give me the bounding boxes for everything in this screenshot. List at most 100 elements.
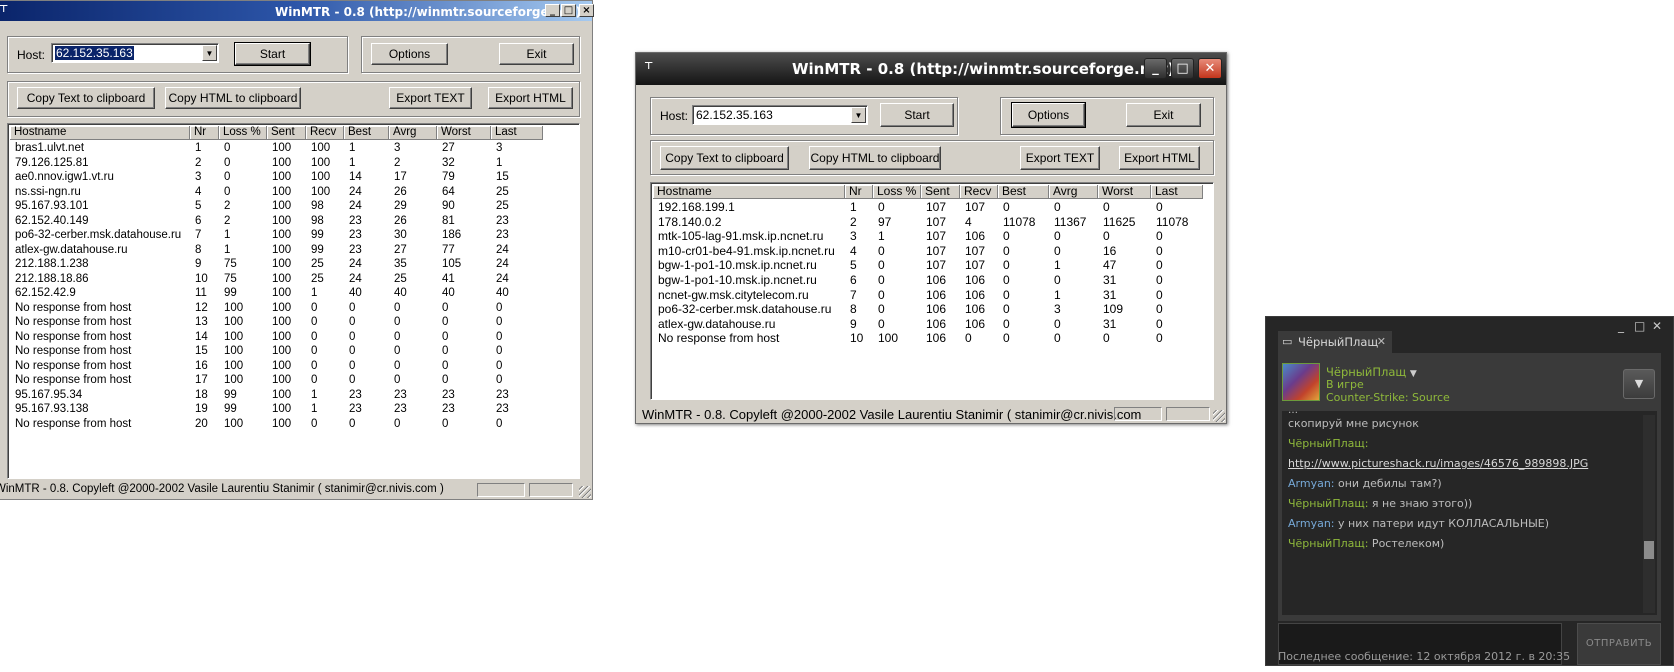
close-icon[interactable]: ✕ [1198, 58, 1222, 79]
column-header[interactable]: Nr [190, 126, 219, 140]
close-tab-icon[interactable]: ✕ [1377, 331, 1386, 353]
minimize-icon[interactable]: _ [545, 4, 560, 17]
copy-text-button[interactable]: Copy Text to clipboard [17, 87, 155, 109]
options-button[interactable]: Options [371, 43, 448, 65]
table-row[interactable]: No response from host 15 100 100 0 0 0 0 0 [10, 344, 543, 359]
table-row[interactable]: mtk-105-lag-91.msk.ip.ncnet.ru 3 1 107 106 0 0… [653, 229, 1203, 244]
chat-log[interactable]: … скопируй мне рисунок ЧёрныйПлащ: http:… [1282, 411, 1657, 615]
export-text-button[interactable]: Export TEXT [389, 87, 472, 109]
column-header[interactable]: Sent [267, 126, 306, 140]
table-row[interactable]: po6-32-cerber.msk.datahouse.ru 7 1 100 99 23 3… [10, 228, 543, 243]
table-row[interactable]: 212.188.18.86 10 75 100 25 24 25 41 24 [10, 272, 543, 287]
title-bar[interactable]: ⊤ WinMTR - 0.8 (http://winmtr.sourceforg… [636, 53, 1226, 85]
title-bar[interactable]: ⊤ WinMTR - 0.8 (http://winmtr.sourceforg… [0, 1, 594, 21]
maximize-icon[interactable]: □ [1171, 58, 1194, 79]
minimize-icon[interactable]: _ [1618, 319, 1624, 333]
options-button[interactable]: Options [1011, 102, 1086, 128]
column-header[interactable]: Worst [437, 126, 491, 140]
combo-arrow-icon[interactable]: ▼ [851, 107, 866, 123]
column-header[interactable]: Worst [1098, 185, 1151, 199]
column-header[interactable]: Sent [921, 185, 960, 199]
column-header[interactable]: Best [344, 126, 389, 140]
minimize-icon[interactable]: _ [1144, 58, 1167, 79]
chat-tab[interactable]: ▭ ЧёрныйПлащ ✕ [1278, 331, 1392, 353]
table-row[interactable]: 95.167.93.101 5 2 100 98 24 29 90 25 [10, 199, 543, 214]
host-combobox[interactable]: 62.152.35.163 ▼ [692, 105, 868, 125]
column-header[interactable]: Nr [845, 185, 873, 199]
table-row[interactable]: 95.167.95.34 18 99 100 1 23 23 23 23 [10, 388, 543, 403]
table-row[interactable]: 62.152.42.9 11 99 100 1 40 40 40 40 [10, 286, 543, 301]
column-header[interactable]: Last [491, 126, 543, 140]
table-row[interactable]: No response from host 20 100 100 0 0 0 0 0 [10, 417, 543, 432]
trace-listview[interactable]: Hostname Nr Loss % Sent Recv Best Avrg Worst Las… [650, 182, 1214, 400]
table-row[interactable]: 62.152.40.149 6 2 100 98 23 26 81 23 [10, 214, 543, 229]
table-row[interactable]: bras1.ulvt.net 1 0 100 100 1 3 27 3 [10, 141, 543, 156]
table-row[interactable]: 192.168.199.1 1 0 107 107 0 0 0 0 [653, 200, 1203, 215]
copy-text-button[interactable]: Copy Text to clipboard [660, 146, 789, 170]
table-row[interactable]: No response from host 12 100 100 0 0 0 0 0 [10, 301, 543, 316]
system-menu-icon[interactable]: ⊤ [644, 61, 658, 74]
trace-listview[interactable]: Hostname Nr Loss % Sent Recv Best Avrg Worst Las… [7, 123, 580, 479]
table-cell: 0 [224, 171, 231, 183]
export-text-button[interactable]: Export TEXT [1020, 146, 1100, 170]
table-cell: 0 [311, 316, 318, 328]
table-row[interactable]: bgw-1-po1-10.msk.ip.ncnet.ru 6 0 106 106 0 0 31… [653, 273, 1203, 288]
avatar[interactable] [1282, 363, 1320, 401]
table-row[interactable]: po6-32-cerber.msk.datahouse.ru 8 0 106 106 0 3… [653, 302, 1203, 317]
column-header[interactable]: Last [1151, 185, 1203, 199]
maximize-icon[interactable]: □ [1634, 319, 1645, 333]
system-menu-icon[interactable]: ⊤ [0, 4, 13, 17]
resize-grip[interactable] [1213, 410, 1225, 422]
table-cell: 30 [394, 229, 407, 241]
table-cell: 40 [442, 287, 455, 299]
table-row[interactable]: atlex-gw.datahouse.ru 9 0 106 106 0 0 31 0 [653, 317, 1203, 332]
combo-arrow-icon[interactable]: ▼ [202, 45, 217, 61]
start-button[interactable]: Start [234, 42, 311, 66]
table-row[interactable]: 95.167.93.138 19 99 100 1 23 23 23 23 [10, 402, 543, 417]
table-row[interactable]: No response from host 10 100 106 0 0 0 0 0 [653, 331, 1203, 346]
table-row[interactable]: 178.140.0.2 2 97 107 4 11078 11367 11625 11078 [653, 215, 1203, 230]
table-cell: 23 [349, 229, 362, 241]
table-row[interactable]: atlex-gw.datahouse.ru 8 1 100 99 23 27 77 24 [10, 243, 543, 258]
column-header[interactable]: Loss % [873, 185, 921, 199]
scroll-thumb[interactable] [1644, 541, 1654, 559]
dropdown-arrow-icon[interactable]: ▼ [1623, 369, 1655, 399]
exit-button[interactable]: Exit [1126, 103, 1201, 127]
table-row[interactable]: ae0.nnov.igw1.vt.ru 3 0 100 100 14 17 79 15 [10, 170, 543, 185]
column-header[interactable]: Avrg [389, 126, 437, 140]
table-row[interactable]: ncnet-gw.msk.citytelecom.ru 7 0 106 106 0 1 31 0 [653, 288, 1203, 303]
table-row[interactable]: No response from host 14 100 100 0 0 0 0 0 [10, 330, 543, 345]
table-row[interactable]: No response from host 16 100 100 0 0 0 0 0 [10, 359, 543, 374]
close-icon[interactable]: ✕ [1652, 319, 1662, 333]
table-row[interactable]: No response from host 13 100 100 0 0 0 0 0 [10, 315, 543, 330]
column-header[interactable]: Hostname [10, 126, 190, 140]
column-header[interactable]: Recv [960, 185, 998, 199]
column-header[interactable]: Loss % [219, 126, 267, 140]
maximize-icon[interactable]: □ [561, 4, 576, 17]
export-html-button[interactable]: Export HTML [1119, 146, 1200, 170]
export-html-button[interactable]: Export HTML [488, 87, 573, 109]
host-combobox[interactable]: 62.152.35.163 ▼ [51, 43, 219, 63]
table-row[interactable]: No response from host 17 100 100 0 0 0 0 0 [10, 373, 543, 388]
chat-link[interactable]: http://www.pictureshack.ru/images/46576_… [1288, 457, 1588, 470]
column-header[interactable]: Best [998, 185, 1049, 199]
table-row[interactable]: 79.126.125.81 2 0 100 100 1 2 32 1 [10, 156, 543, 171]
column-header[interactable]: Recv [306, 126, 344, 140]
copy-html-button[interactable]: Copy HTML to clipboard [809, 146, 941, 170]
send-button[interactable]: ОТПРАВИТЬ [1577, 623, 1661, 665]
friend-name[interactable]: ЧёрныйПлащ ▼ [1326, 365, 1417, 379]
resize-grip[interactable] [579, 486, 591, 498]
table-row[interactable]: m10-cr01-be4-91.msk.ip.ncnet.ru 4 0 107 107 0… [653, 244, 1203, 259]
table-cell: 0 [442, 345, 449, 357]
exit-button[interactable]: Exit [499, 43, 574, 65]
table-row[interactable]: bgw-1-po1-10.msk.ip.ncnet.ru 5 0 107 107 0 1 47… [653, 258, 1203, 273]
close-icon[interactable]: × [579, 4, 594, 17]
table-row[interactable]: ns.ssi-ngn.ru 4 0 100 100 24 26 64 25 [10, 185, 543, 200]
table-row[interactable]: 212.188.1.238 9 75 100 25 24 35 105 24 [10, 257, 543, 272]
column-header[interactable]: Hostname [653, 185, 845, 199]
start-button[interactable]: Start [880, 103, 954, 127]
chat-scrollbar[interactable] [1643, 415, 1655, 613]
copy-html-button[interactable]: Copy HTML to clipboard [165, 87, 301, 109]
chevron-down-icon[interactable]: ▼ [1410, 369, 1417, 379]
column-header[interactable]: Avrg [1049, 185, 1098, 199]
